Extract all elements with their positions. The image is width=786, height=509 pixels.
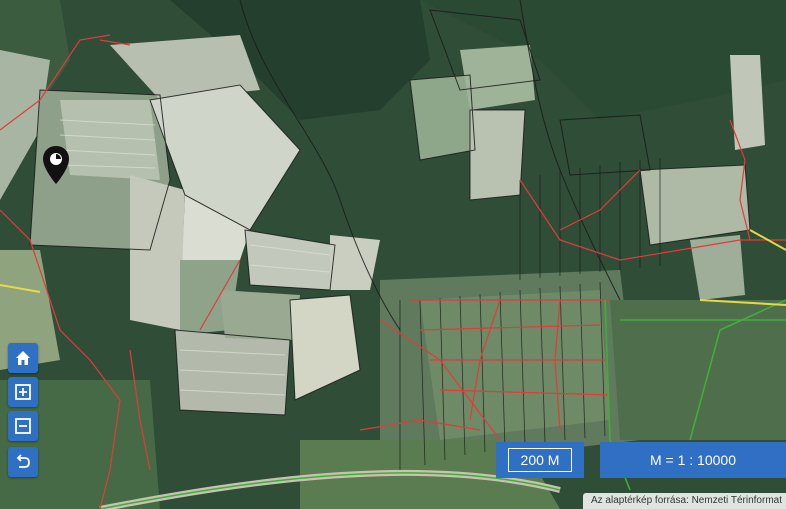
scale-bar: 200 M bbox=[496, 442, 584, 478]
map-pin-icon bbox=[43, 146, 69, 184]
satellite-map[interactable] bbox=[0, 0, 786, 509]
map-attribution: Az alaptérkép forrása: Nemzeti Térinform… bbox=[582, 493, 786, 509]
minus-square-icon bbox=[15, 418, 31, 434]
scale-bar-label: 200 M bbox=[507, 448, 573, 472]
zoom-in-button[interactable] bbox=[8, 377, 38, 407]
home-icon bbox=[16, 351, 30, 365]
zoom-out-button[interactable] bbox=[8, 411, 38, 441]
undo-arrow-icon bbox=[16, 454, 30, 468]
back-button[interactable] bbox=[8, 447, 38, 477]
location-marker[interactable] bbox=[42, 145, 70, 185]
home-button[interactable] bbox=[8, 343, 38, 373]
plus-square-icon bbox=[15, 384, 31, 400]
scale-ratio-label: M = 1 : 10000 bbox=[649, 452, 736, 468]
scale-ratio: M = 1 : 10000 bbox=[600, 442, 786, 478]
